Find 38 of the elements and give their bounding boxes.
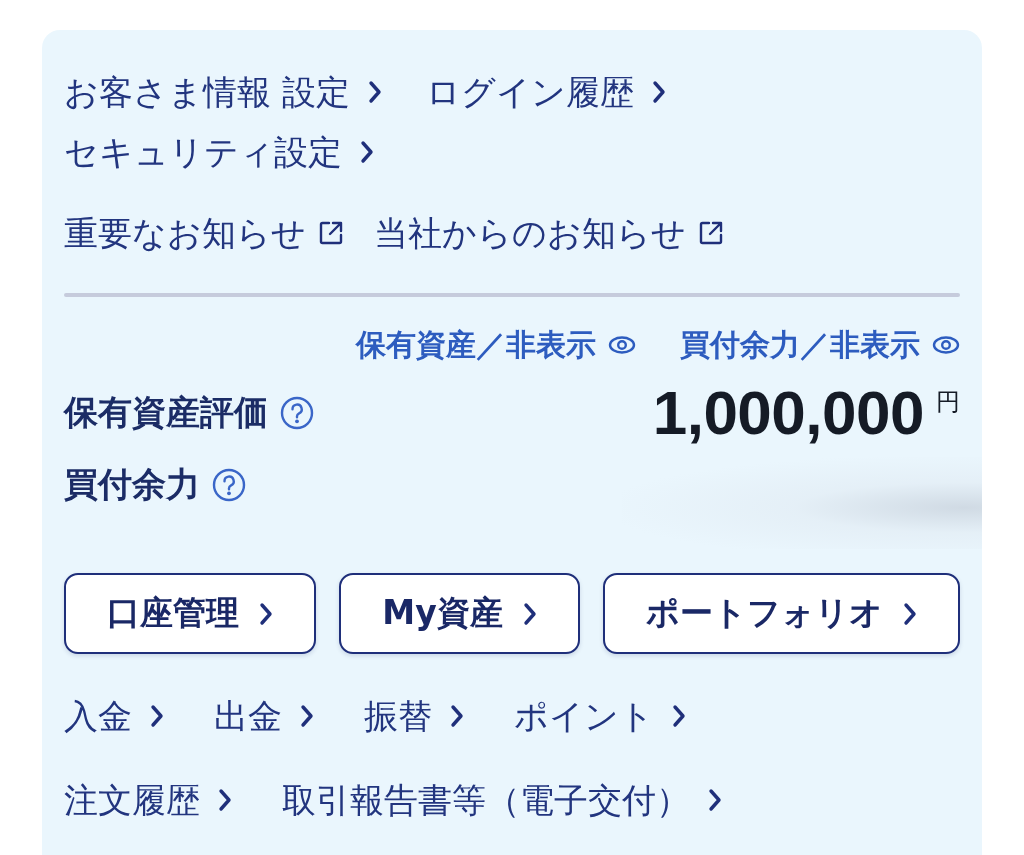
summary-label: 買付余力 — [64, 463, 200, 506]
chevron-right-icon — [367, 80, 382, 104]
menu-link[interactable]: 出金 — [214, 686, 314, 746]
notice-link[interactable]: 重要なお知らせ — [64, 203, 344, 263]
eye-icon — [932, 335, 960, 355]
menu-link[interactable]: 振替 — [364, 686, 464, 746]
chevron-right-icon — [218, 788, 232, 812]
chevron-right-icon — [259, 601, 274, 626]
chevron-right-icon — [450, 704, 464, 728]
menu-link[interactable]: 取引報告書等（電子交付） — [282, 770, 722, 830]
visibility-toggle[interactable]: 保有資産／非表示 — [356, 325, 636, 365]
settings-link[interactable]: お客さま情報 設定 — [64, 62, 382, 122]
menu-link[interactable]: ポイント — [514, 686, 686, 746]
chevron-right-icon — [651, 80, 666, 104]
chevron-right-icon — [672, 704, 686, 728]
notice-link[interactable]: 当社からのお知らせ — [374, 203, 724, 263]
chevron-right-icon — [708, 788, 722, 812]
menu-link[interactable]: 注文履歴 — [64, 770, 232, 830]
menu-link[interactable]: 入金 — [64, 686, 164, 746]
external-link-icon — [698, 220, 724, 246]
settings-link[interactable]: セキュリティ設定 — [64, 122, 374, 182]
nav-button[interactable]: ポートフォリオ — [602, 573, 960, 654]
asset-value: 1,000,000 — [652, 378, 924, 448]
summary-label: 保有資産評価 — [64, 391, 268, 434]
help-icon[interactable] — [280, 396, 314, 430]
nav-button[interactable]: My資産 — [339, 573, 580, 654]
currency-unit: 円 — [936, 387, 960, 418]
chevron-right-icon — [902, 601, 917, 626]
nav-button[interactable]: 口座管理 — [64, 573, 317, 654]
settings-link[interactable]: ログイン履歴 — [425, 62, 666, 122]
help-icon[interactable] — [212, 468, 246, 502]
external-link-icon — [318, 220, 344, 246]
visibility-toggle[interactable]: 買付余力／非表示 — [680, 325, 960, 365]
chevron-right-icon — [522, 601, 537, 626]
eye-icon — [608, 335, 636, 355]
chevron-right-icon — [300, 704, 314, 728]
chevron-right-icon — [360, 140, 374, 164]
chevron-right-icon — [150, 704, 164, 728]
